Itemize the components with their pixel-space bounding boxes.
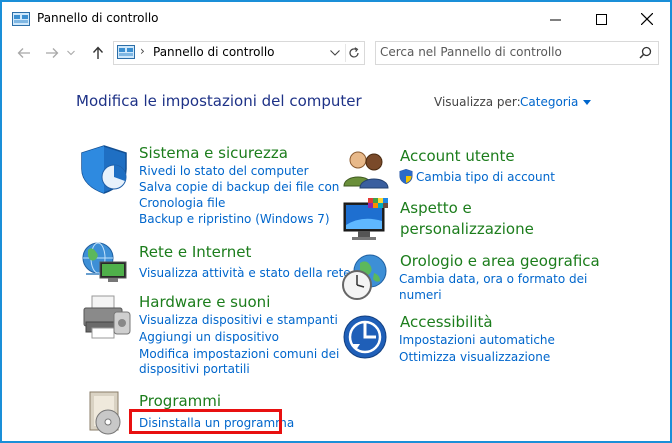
- navigation-bar: › Pannello di controllo: [2, 38, 670, 68]
- shield-icon: [81, 145, 127, 194]
- clock-globe-icon: [342, 254, 387, 300]
- forward-button[interactable]: [42, 43, 62, 63]
- window-title: Pannello di controllo: [37, 11, 159, 25]
- arrow-right-icon: [46, 48, 59, 58]
- link-backup-file-history-cont[interactable]: Cronologia file: [139, 195, 225, 211]
- link-change-date-time-format[interactable]: Cambia data, ora o formato dei: [399, 271, 587, 287]
- breadcrumb-control-panel[interactable]: Pannello di controllo: [153, 45, 275, 59]
- close-icon: [641, 13, 653, 25]
- view-by-label: Visualizza per:: [434, 95, 521, 109]
- control-panel-icon: [117, 45, 135, 59]
- highlight-box: [129, 409, 282, 434]
- category-programs[interactable]: Programmi: [139, 392, 221, 410]
- control-panel-icon: [12, 12, 30, 26]
- arrow-left-icon: [17, 48, 30, 58]
- address-bar[interactable]: › Pannello di controllo: [113, 41, 365, 65]
- appearance-monitor-icon: [343, 198, 388, 240]
- printer-icon: [83, 295, 131, 339]
- link-backup-restore-win7[interactable]: Backup e ripristino (Windows 7): [139, 211, 330, 227]
- page-title: Modifica le impostazioni del computer: [76, 92, 362, 110]
- link-view-devices-printers[interactable]: Visualizza dispositivi e stampanti: [139, 312, 338, 328]
- category-network-internet[interactable]: Rete e Internet: [139, 243, 251, 261]
- search-icon[interactable]: [639, 46, 652, 59]
- breadcrumb-separator: ›: [140, 44, 145, 58]
- category-system-security[interactable]: Sistema e sicurezza: [139, 144, 288, 162]
- caret-down-icon: [583, 99, 592, 105]
- recent-locations-dropdown[interactable]: [66, 43, 76, 63]
- search-input[interactable]: [380, 43, 628, 61]
- title-bar: Pannello di controllo: [2, 2, 670, 36]
- network-globe-icon: [82, 242, 127, 282]
- address-history-dropdown[interactable]: [328, 45, 342, 61]
- category-appearance-cont[interactable]: personalizzazione: [400, 220, 534, 238]
- search-box[interactable]: [375, 41, 659, 65]
- chevron-down-icon: [67, 50, 75, 56]
- accessibility-icon: [343, 315, 387, 359]
- link-change-account-type[interactable]: Cambia tipo di account: [399, 169, 555, 185]
- uac-shield-icon: [399, 169, 413, 184]
- maximize-icon: [595, 13, 607, 25]
- link-backup-file-history[interactable]: Salva copie di backup dei file con: [139, 179, 339, 195]
- link-review-computer-status[interactable]: Rivedi lo stato del computer: [139, 163, 309, 179]
- link-view-network-status[interactable]: Visualizza attività e stato della rete: [139, 265, 351, 281]
- link-change-account-type-label: Cambia tipo di account: [416, 170, 555, 184]
- user-accounts-icon: [343, 151, 389, 189]
- category-hardware-sound[interactable]: Hardware e suoni: [139, 293, 270, 311]
- category-appearance[interactable]: Aspetto e: [400, 199, 472, 217]
- programs-icon: [89, 391, 121, 435]
- view-by-dropdown[interactable]: Categoria: [520, 95, 592, 109]
- chevron-down-icon: [330, 50, 340, 56]
- link-optimize-display[interactable]: Ottimizza visualizzazione: [399, 349, 550, 365]
- refresh-button[interactable]: [345, 44, 362, 62]
- minimize-button[interactable]: [532, 2, 578, 36]
- maximize-button[interactable]: [578, 2, 624, 36]
- view-by-value: Categoria: [520, 95, 579, 109]
- up-button[interactable]: [88, 43, 108, 63]
- link-change-date-time-format-cont[interactable]: numeri: [399, 287, 442, 303]
- category-accessibility[interactable]: Accessibilità: [400, 313, 493, 331]
- link-mobility-settings[interactable]: Modifica impostazioni comuni dei: [139, 346, 339, 362]
- category-user-accounts[interactable]: Account utente: [400, 147, 515, 165]
- link-mobility-settings-cont[interactable]: dispositivi portatili: [139, 361, 250, 377]
- back-button[interactable]: [14, 43, 34, 63]
- category-clock-region[interactable]: Orologio e area geografica: [400, 252, 600, 270]
- close-button[interactable]: [624, 2, 670, 36]
- minimize-icon: [549, 19, 561, 20]
- link-add-device[interactable]: Aggiungi un dispositivo: [139, 329, 279, 345]
- link-auto-settings[interactable]: Impostazioni automatiche: [399, 332, 555, 348]
- arrow-up-icon: [92, 46, 104, 59]
- refresh-icon: [349, 47, 359, 58]
- control-panel-window: Pannello di controllo › Pannello di cont…: [0, 0, 672, 443]
